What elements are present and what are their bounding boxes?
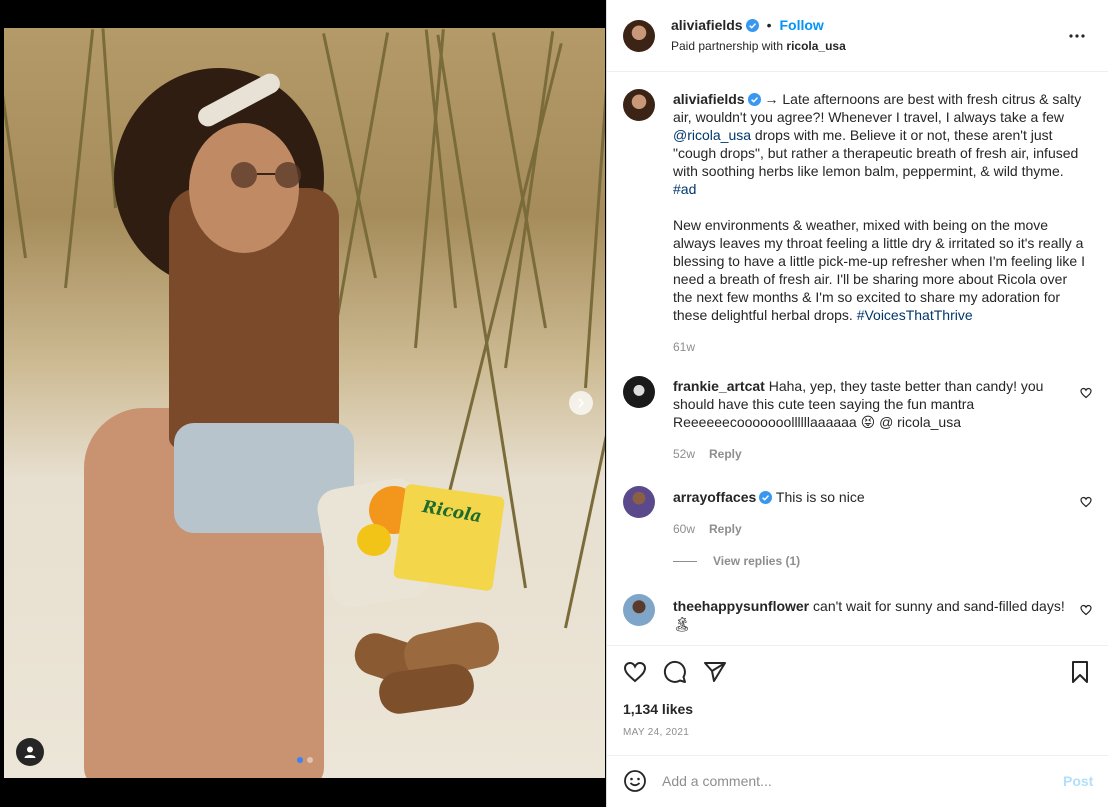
like-heart-icon[interactable]: [623, 660, 647, 684]
view-replies-button[interactable]: View replies (1): [673, 554, 1063, 568]
comments-list[interactable]: aliviafields → Late afternoons are best …: [607, 73, 1108, 645]
follow-button[interactable]: Follow: [780, 17, 824, 33]
post-header: aliviafields • Follow Paid partnership w…: [607, 0, 1108, 72]
caption: aliviafields → Late afternoons are best …: [673, 90, 1085, 354]
comment-age: 60w: [673, 522, 696, 536]
post-comment-button[interactable]: Post: [1063, 773, 1093, 789]
add-comment-bar: Post: [607, 755, 1108, 807]
replies-divider: [673, 560, 697, 562]
comment-avatar[interactable]: [623, 486, 655, 518]
grass-blade: [4, 30, 27, 259]
comment-username[interactable]: arrayoffaces: [673, 489, 756, 505]
caption-hashtag-voices[interactable]: #VoicesThatThrive: [857, 307, 973, 323]
comment-item: theehappysunflower can't wait for sunny …: [673, 597, 1068, 633]
more-options-icon[interactable]: [1065, 24, 1089, 48]
caption-mention[interactable]: @ricola_usa: [673, 127, 751, 143]
grass-blade: [584, 28, 605, 389]
like-comment-heart-icon[interactable]: [1080, 387, 1092, 399]
caption-avatar[interactable]: [623, 89, 655, 121]
chevron-right-icon: [578, 398, 585, 408]
post-date: MAY 24, 2021: [623, 727, 690, 738]
photo-sandals: [354, 622, 500, 714]
verified-badge-icon: [745, 18, 759, 32]
caption-username[interactable]: aliviafields: [673, 91, 745, 107]
carousel-next-button[interactable]: [569, 391, 593, 415]
caption-hashtag-ad[interactable]: #ad: [673, 181, 696, 197]
carousel-dot-active: [297, 757, 303, 763]
comment-item: arrayoffaces This is so nice 60w Reply Vi…: [673, 488, 1063, 568]
photo-sunglasses: [231, 162, 301, 188]
comment-body: arrayoffaces This is so nice: [673, 488, 1063, 506]
caption-para-1: aliviafields → Late afternoons are best …: [673, 90, 1085, 198]
verified-badge-icon: [759, 491, 773, 504]
comment-avatar[interactable]: [623, 376, 655, 408]
comment-input[interactable]: [662, 771, 1042, 791]
post-side-panel: aliviafields • Follow Paid partnership w…: [606, 0, 1108, 807]
reply-button[interactable]: Reply: [709, 522, 742, 536]
comment-body: frankie_artcat Haha, yep, they taste bet…: [673, 377, 1063, 431]
comment-meta: 52w Reply: [673, 447, 1063, 461]
like-comment-heart-icon[interactable]: [1080, 604, 1092, 616]
grass-blade: [504, 31, 555, 369]
partner-link[interactable]: ricola_usa: [786, 39, 845, 53]
comment-username[interactable]: frankie_artcat: [673, 378, 765, 394]
caption-age: 61w: [673, 340, 696, 354]
post-media: Ricola: [0, 0, 606, 807]
comment-meta: 60w Reply: [673, 522, 1063, 536]
view-replies-label[interactable]: View replies (1): [713, 554, 800, 568]
like-comment-heart-icon[interactable]: [1080, 496, 1092, 508]
comment-icon[interactable]: [663, 660, 687, 684]
comment-body: theehappysunflower can't wait for sunny …: [673, 597, 1068, 633]
tagged-users-button[interactable]: [16, 738, 44, 766]
author-row: aliviafields • Follow: [671, 17, 824, 33]
comment-item: frankie_artcat Haha, yep, they taste bet…: [673, 377, 1063, 461]
grass-blade: [64, 29, 95, 289]
photo-ricola-bag: [392, 483, 506, 592]
comment-age: 52w: [673, 447, 696, 461]
caption-arrow: →: [764, 91, 779, 107]
bookmark-icon[interactable]: [1068, 660, 1092, 684]
comment-avatar[interactable]: [623, 594, 655, 626]
comment-text: This is so nice: [775, 489, 865, 505]
separator-dot: •: [766, 17, 772, 33]
reply-button[interactable]: Reply: [709, 447, 742, 461]
caption-para-2: New environments & weather, mixed with b…: [673, 216, 1085, 324]
photo-lemon: [357, 524, 391, 556]
post-photo[interactable]: Ricola: [4, 28, 605, 778]
comment-username[interactable]: theehappysunflower: [673, 598, 809, 614]
partnership-prefix: Paid partnership with: [671, 39, 784, 53]
author-username[interactable]: aliviafields: [671, 17, 743, 33]
user-icon: [24, 746, 36, 758]
post-actions: 1,134 likes MAY 24, 2021: [607, 645, 1108, 755]
emoji-icon[interactable]: [623, 769, 647, 793]
author-avatar[interactable]: [623, 20, 655, 52]
grass-blade: [334, 32, 390, 329]
verified-badge-icon: [747, 93, 761, 106]
carousel-dot: [307, 757, 313, 763]
paid-partnership-label: Paid partnership with ricola_usa: [671, 39, 846, 53]
grass-blade: [564, 40, 605, 629]
carousel-indicator: [297, 757, 313, 763]
share-icon[interactable]: [703, 660, 727, 684]
like-count[interactable]: 1,134 likes: [623, 701, 693, 717]
